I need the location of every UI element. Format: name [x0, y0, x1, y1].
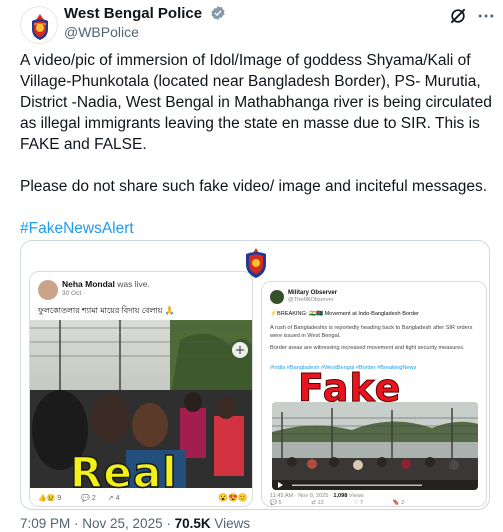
poster-name: Neha Mondal was live. — [62, 279, 150, 289]
post-caption: ফুলকোতলার শ্যামা মায়ের বিদায় বেলায় 🙏 — [38, 306, 175, 315]
post-date: 30 Oct · — [62, 290, 86, 297]
avatar — [38, 280, 58, 300]
views-label: Views — [210, 516, 251, 531]
verified-badge-icon — [210, 6, 225, 20]
post-stats: 💬 5 ⇄ 12 ♡ 7 🔖 2 — [270, 500, 405, 506]
post-headline: ⚡BREAKING: 🇮🇳🇧🇩 Movement at Indo-Banglad… — [270, 311, 419, 317]
real-label: Real — [69, 447, 178, 498]
fake-photo — [272, 402, 478, 490]
tweet-media[interactable]: Neha Mondal was live. 30 Oct · ফুলকোতলার… — [20, 240, 490, 510]
tweet-text: A video/pic of immersion of Idol/Image o… — [20, 50, 495, 239]
tweet-footer: 7:09 PM · Nov 25, 2025 · 70.5K Views — [20, 516, 250, 531]
avatar — [270, 290, 284, 304]
display-name[interactable]: West Bengal Police — [64, 4, 202, 23]
tweet-header: West Bengal Police @WBPolice — [16, 4, 494, 44]
police-emblem-icon — [21, 7, 57, 43]
grok-icon[interactable] — [448, 6, 468, 26]
tweet-paragraph: A video/pic of immersion of Idol/Image o… — [20, 52, 492, 153]
avatar[interactable] — [20, 6, 58, 44]
fake-label: Fake — [297, 366, 402, 411]
post-body: A rush of Bangladeshis is reportedly hea… — [270, 325, 473, 339]
timestamp[interactable]: 7:09 PM · Nov 25, 2025 · — [20, 516, 175, 531]
view-count: 70.5K — [174, 516, 211, 531]
fake-post-card: Military Observer @TheMilObserver ⚡BREAK… — [261, 281, 487, 507]
reaction-bar: 👍😢 9 💬 2 ↗ 4 — [38, 495, 120, 502]
reaction-emojis: 😮😍🙂 — [218, 493, 248, 502]
post-body: Border areas are witnessing increased mo… — [270, 345, 465, 351]
more-icon[interactable] — [476, 6, 496, 26]
real-post-card: Neha Mondal was live. 30 Oct · ফুলকোতলার… — [29, 271, 253, 507]
poster-handle: @TheMilObserver — [288, 297, 334, 303]
handle[interactable]: @WBPolice — [64, 23, 226, 41]
tweet-paragraph: Please do not share such fake video/ ima… — [20, 178, 487, 195]
hashtag-link[interactable]: #FakeNewsAlert — [20, 218, 495, 239]
